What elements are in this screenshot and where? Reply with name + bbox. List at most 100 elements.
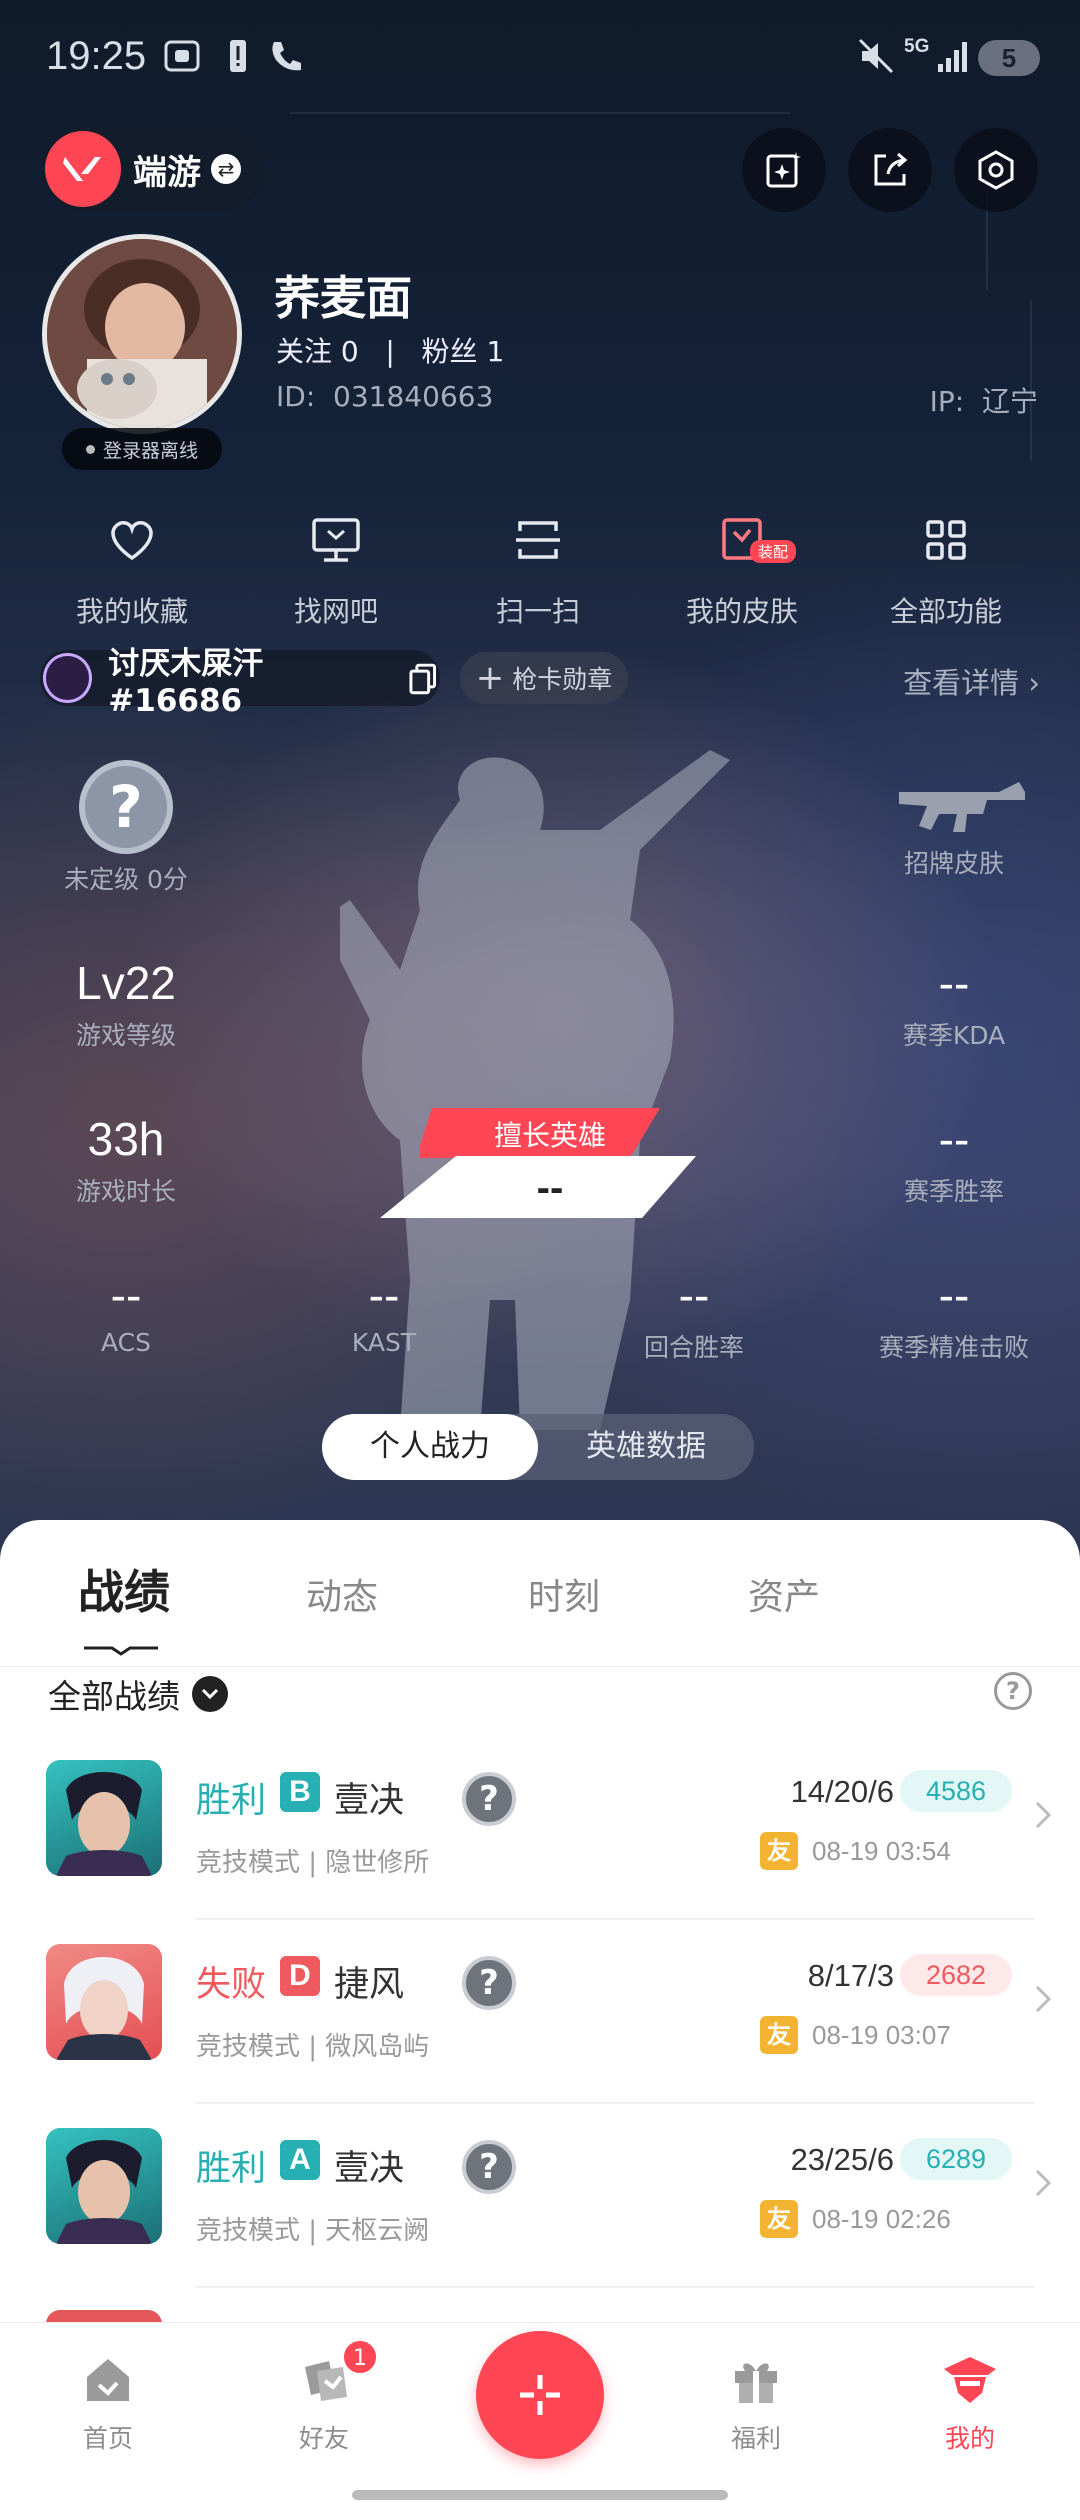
friend-badge: 友 — [760, 2016, 798, 2054]
kast-value: -- — [368, 1269, 400, 1321]
content-tabs: 战绩 动态 时刻 资产 — [0, 1548, 1080, 1667]
match-date: 08-19 03:54 — [812, 1836, 951, 1866]
filter-label: 全部战绩 — [48, 1677, 180, 1716]
view-details-label: 查看详情 — [903, 666, 1020, 700]
view-details-link[interactable]: 查看详情 › — [903, 660, 1040, 702]
match-row[interactable]: 胜利 A 壹决 ? 竞技模式 | 天枢云阙 23/25/6 6289 友 08-… — [0, 2104, 1080, 2288]
valorant-logo-icon — [45, 131, 121, 207]
game-mode-label: 端游 — [133, 152, 201, 193]
avatar-image — [47, 239, 237, 429]
match-result: 胜利 — [196, 2149, 267, 2189]
agent-name: 壹决 — [334, 2149, 405, 2189]
friend-badge: 友 — [760, 2200, 798, 2238]
network-type: 5G — [904, 36, 930, 57]
screenshot-icon — [164, 40, 200, 72]
stats-view-toggle[interactable]: 个人战力 英雄数据 — [322, 1414, 754, 1480]
kda-value: -- — [938, 957, 970, 1009]
tab-assets[interactable]: 资产 — [748, 1568, 820, 1620]
quick-action-all-features[interactable]: 全部功能 — [856, 510, 1036, 630]
toggle-hero-data[interactable]: 英雄数据 — [538, 1414, 754, 1480]
quick-action-label: 扫一扫 — [495, 595, 580, 628]
quick-action-my-skins[interactable]: 装配 我的皮肤 — [652, 510, 832, 630]
tab-records[interactable]: 战绩 — [78, 1556, 170, 1622]
match-kda: 23/25/6 — [790, 2142, 894, 2177]
avatar[interactable] — [42, 234, 242, 434]
acs-stat: -- ACS — [16, 1268, 236, 1357]
riot-id-pill[interactable]: 讨厌木屎汗#16686 — [40, 646, 440, 719]
sparkle-card-icon — [766, 152, 801, 188]
share-icon — [874, 152, 908, 186]
rank-label: 未定级 0分 — [64, 865, 188, 894]
settings-button[interactable] — [954, 128, 1038, 212]
monitor-icon — [312, 518, 360, 562]
help-icon[interactable]: ? — [994, 1672, 1032, 1710]
playtime-label: 游戏时长 — [75, 1177, 176, 1206]
card-medal-button[interactable]: + 枪卡勋章 — [460, 652, 628, 704]
grid-icon — [926, 520, 966, 560]
chevron-right-icon — [1035, 1801, 1052, 1829]
nav-home[interactable]: 首页 — [38, 2353, 178, 2455]
chevron-right-icon — [1035, 2169, 1052, 2197]
share-button[interactable] — [848, 128, 932, 212]
edit-card-button[interactable] — [742, 128, 826, 212]
friend-badge: 友 — [760, 1832, 798, 1870]
rank-stat[interactable]: ? 未定级 0分 — [16, 760, 236, 896]
follow-stats[interactable]: 关注 0 | 粉丝 1 — [276, 330, 504, 370]
featured-skin-stat[interactable]: 招牌皮肤 — [844, 770, 1064, 880]
friends-notification-badge: 1 — [342, 2339, 378, 2375]
round-winrate-label: 回合胜率 — [643, 1333, 744, 1362]
status-time: 19:25 — [46, 34, 147, 78]
equip-tag: 装配 — [750, 540, 797, 563]
status-bar: 19:25 5G 5 — [0, 0, 1080, 120]
level-stat: Lv22 游戏等级 — [16, 956, 236, 1052]
records-filter-dropdown[interactable]: 全部战绩 — [48, 1670, 228, 1718]
match-score: 2682 — [900, 1954, 1012, 1996]
heart-icon — [111, 520, 153, 561]
plus-icon: + — [475, 658, 505, 698]
profile-icon — [944, 2357, 996, 2403]
nav-welfare[interactable]: 福利 — [686, 2353, 826, 2455]
home-indicator — [352, 2490, 728, 2500]
best-hero-banner[interactable]: 擅长英雄 -- — [380, 1108, 700, 1224]
quick-action-internet-cafe[interactable]: 找网吧 — [246, 510, 426, 630]
acs-label: ACS — [101, 1328, 151, 1357]
gift-icon — [735, 2363, 777, 2403]
playtime-value: 33h — [87, 1113, 165, 1165]
game-mode-switch[interactable]: 端游 ⇄ — [42, 128, 264, 210]
quick-action-scan[interactable]: 扫一扫 — [448, 510, 628, 630]
toggle-personal-power[interactable]: 个人战力 — [322, 1414, 538, 1480]
unknown-rank-icon: ? — [462, 2140, 516, 2194]
match-score: 6289 — [900, 2138, 1012, 2180]
unknown-rank-icon: ? — [462, 1956, 516, 2010]
gear-icon — [978, 150, 1014, 190]
nav-me[interactable]: 我的 — [900, 2353, 1040, 2455]
winrate-label: 赛季胜率 — [903, 1177, 1004, 1206]
mute-icon — [858, 38, 894, 74]
create-post-button[interactable] — [476, 2331, 604, 2459]
unranked-icon: ? — [79, 760, 173, 854]
home-icon — [87, 2359, 129, 2401]
user-id: ID: 031840663 — [276, 380, 494, 413]
winrate-value: -- — [938, 1113, 970, 1165]
call-icon — [272, 42, 301, 71]
match-kda: 14/20/6 — [790, 1774, 894, 1809]
match-row[interactable]: 失败 D 捷风 ? 竞技模式 | 微风岛屿 8/17/3 2682 友 08-1… — [0, 1920, 1080, 2104]
quick-action-label: 全部功能 — [889, 595, 1002, 628]
tab-moments[interactable]: 时刻 — [528, 1568, 600, 1620]
riot-id: 讨厌木屎汗#16686 — [108, 645, 264, 719]
copy-icon[interactable] — [407, 661, 440, 695]
quick-action-label: 找网吧 — [293, 595, 378, 628]
match-mode-map: 竞技模式 | 天枢云阙 — [196, 2216, 430, 2246]
login-status-chip: 登录器离线 — [62, 428, 222, 470]
player-card-icon — [43, 653, 93, 703]
quick-action-favorites[interactable]: 我的收藏 — [42, 510, 222, 630]
ip-location: IP: 辽宁 — [929, 385, 1038, 418]
chevron-down-icon — [192, 1676, 228, 1712]
tab-feed[interactable]: 动态 — [306, 1568, 378, 1620]
match-row[interactable]: 胜利 B 壹决 ? 竞技模式 | 隐世修所 14/20/6 4586 友 08-… — [0, 1736, 1080, 1920]
agent-portrait-icon — [46, 1760, 162, 1876]
agent-name: 捷风 — [334, 1965, 405, 2005]
match-grade-badge: D — [280, 1956, 320, 1996]
headshot-stat: -- 赛季精准击败 — [844, 1268, 1064, 1364]
match-mode-map: 竞技模式 | 隐世修所 — [196, 1848, 430, 1878]
